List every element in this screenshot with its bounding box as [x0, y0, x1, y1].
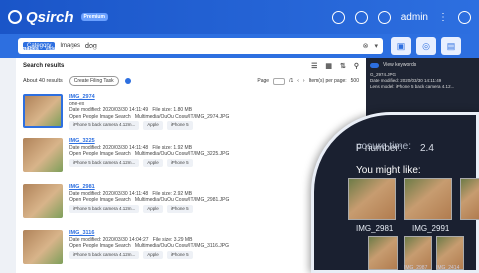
- result-date: Date modified: 2020/03/30 14:11:48: [69, 190, 149, 197]
- location-button[interactable]: ◎: [416, 37, 436, 55]
- result-path[interactable]: Multimedia/OuOu Cosw/IT/IMG_3225.JPG: [135, 151, 229, 157]
- tab-videos[interactable]: Videos: [45, 46, 62, 52]
- make-tag: Apple: [143, 121, 163, 130]
- sort-icon[interactable]: ⇅: [340, 62, 346, 70]
- tab-documents[interactable]: Documents: [88, 46, 116, 52]
- more-icon[interactable]: ⋮: [438, 12, 448, 23]
- suggested-image[interactable]: [460, 178, 479, 220]
- files-button[interactable]: ▣: [391, 37, 411, 55]
- camera-tag: iPhone 5 back camera 4.12m...: [69, 158, 140, 167]
- make-tag: Apple: [143, 250, 163, 259]
- result-size: File size: 1.80 MB: [152, 107, 193, 113]
- grid-view-icon[interactable]: ▦: [325, 62, 332, 70]
- suggested-image[interactable]: [348, 178, 396, 220]
- clear-icon[interactable]: ⊗: [363, 42, 369, 50]
- user-icon[interactable]: [377, 10, 391, 24]
- result-path[interactable]: Multimedia/OuOu Cosw/IT/IMG_2974.JPG: [135, 114, 229, 120]
- prev-page-icon[interactable]: ‹: [297, 78, 299, 84]
- view-keywords-toggle[interactable]: [370, 62, 379, 68]
- open-people-search-link[interactable]: Open People Image Search: [69, 151, 131, 157]
- create-filing-task-button[interactable]: Create Filing Task: [68, 76, 119, 86]
- camera-tag: iPhone 5 back camera 4.12m...: [69, 204, 140, 213]
- lens-label: Lens model:: [370, 84, 395, 89]
- make-tag: Apple: [143, 204, 163, 213]
- model-tag: iPhone 5: [166, 250, 193, 259]
- premium-badge: Premium: [80, 13, 108, 21]
- result-date: Date modified: 2020/03/30 14:11:48: [69, 144, 149, 151]
- result-row[interactable]: IMG_2974 one-ex Date modified: 2020/03/3…: [23, 94, 363, 130]
- result-row[interactable]: IMG_3225 Date modified: 2020/03/30 14:11…: [23, 138, 363, 174]
- info-icon[interactable]: [124, 78, 131, 84]
- app-logo: Qsirch Premium: [8, 9, 108, 26]
- result-path[interactable]: Multimedia/OuOu Cosw/IT/IMG_3116.JPG: [135, 243, 229, 249]
- result-path[interactable]: Multimedia/OuOu Cosw/IT/IMG_2981.JPG: [135, 197, 229, 203]
- result-date: Date modified: 2020/03/30 14:11:49: [69, 107, 149, 113]
- view-keywords-label: View keywords: [383, 62, 417, 68]
- model-tag: iPhone 5: [166, 121, 193, 130]
- result-size: File size: 3.29 MB: [152, 236, 193, 243]
- result-thumbnail[interactable]: [23, 230, 63, 264]
- suggested-image[interactable]: [368, 236, 398, 270]
- flask-icon[interactable]: [354, 10, 368, 24]
- date-value: 2020/03/30 14:11:49: [400, 78, 442, 83]
- result-thumbnail[interactable]: [23, 138, 63, 172]
- refresh-icon[interactable]: [331, 10, 345, 24]
- result-size: File size: 1.92 MB: [152, 144, 193, 151]
- make-tag: Apple: [143, 158, 163, 167]
- next-page-icon[interactable]: ›: [303, 78, 305, 84]
- camera-tag: iPhone 5 back camera 4.12m...: [69, 121, 140, 130]
- suggested-image-label: IMG_2991: [412, 224, 450, 233]
- per-page-label: Item(s) per page:: [308, 78, 347, 84]
- page-total: /1: [289, 78, 294, 84]
- app-name: Qsirch: [26, 8, 74, 26]
- fnumber-label: F number:: [356, 143, 402, 154]
- tab-images[interactable]: Images: [20, 46, 39, 52]
- profile-icon[interactable]: [458, 10, 471, 24]
- suggested-image-label: IMG_2981: [356, 224, 394, 233]
- results-count: About 40 results: [23, 78, 63, 84]
- suggested-image-label: IMG_2414: [436, 265, 460, 271]
- category-tabs: Images Videos Music Documents PDF Email: [20, 46, 153, 52]
- tab-email[interactable]: Email: [139, 46, 153, 52]
- result-date: Date modified: 2020/03/30 14:04:27: [69, 236, 149, 243]
- result-size: File size: 2.92 MB: [152, 190, 193, 197]
- lens-value: iPhone 5 back camera 4.12...: [395, 84, 455, 89]
- tab-pdf[interactable]: PDF: [122, 46, 133, 52]
- tab-music[interactable]: Music: [68, 46, 82, 52]
- model-tag: iPhone 5: [166, 158, 193, 167]
- model-tag: iPhone 5: [166, 204, 193, 213]
- username[interactable]: admin: [401, 12, 428, 23]
- date-label: Date modified:: [370, 78, 400, 83]
- camera-tag: iPhone 5 back camera 4.12m...: [69, 250, 140, 259]
- open-people-search-link[interactable]: Open People Image Search: [69, 243, 131, 249]
- qsirch-icon: [8, 10, 22, 24]
- dropdown-icon[interactable]: ▾: [374, 42, 378, 50]
- filter-icon[interactable]: ⚲: [354, 62, 359, 70]
- image-search-button[interactable]: ▤: [441, 37, 461, 55]
- top-bar: Qsirch Premium admin ⋮: [0, 0, 479, 34]
- result-thumbnail[interactable]: [23, 184, 63, 218]
- fnumber-value: 2.4: [420, 143, 434, 154]
- page-label: Page: [257, 78, 270, 84]
- open-people-search-link[interactable]: Open People Image Search: [69, 197, 131, 203]
- suggested-image[interactable]: [404, 178, 452, 220]
- open-people-search-link[interactable]: Open People Image Search: [69, 114, 131, 120]
- magnified-detail-view: posure time: F number: 2.4 You might lik…: [311, 112, 479, 273]
- you-might-like-heading: You might like:: [356, 165, 421, 176]
- per-page-select[interactable]: 500: [351, 78, 359, 84]
- result-thumbnail[interactable]: [23, 94, 63, 128]
- suggested-image-label: IMG_2987: [404, 265, 428, 271]
- page-input[interactable]: [273, 77, 286, 85]
- results-heading: Search results: [23, 63, 65, 69]
- list-view-icon[interactable]: ☰: [311, 62, 317, 70]
